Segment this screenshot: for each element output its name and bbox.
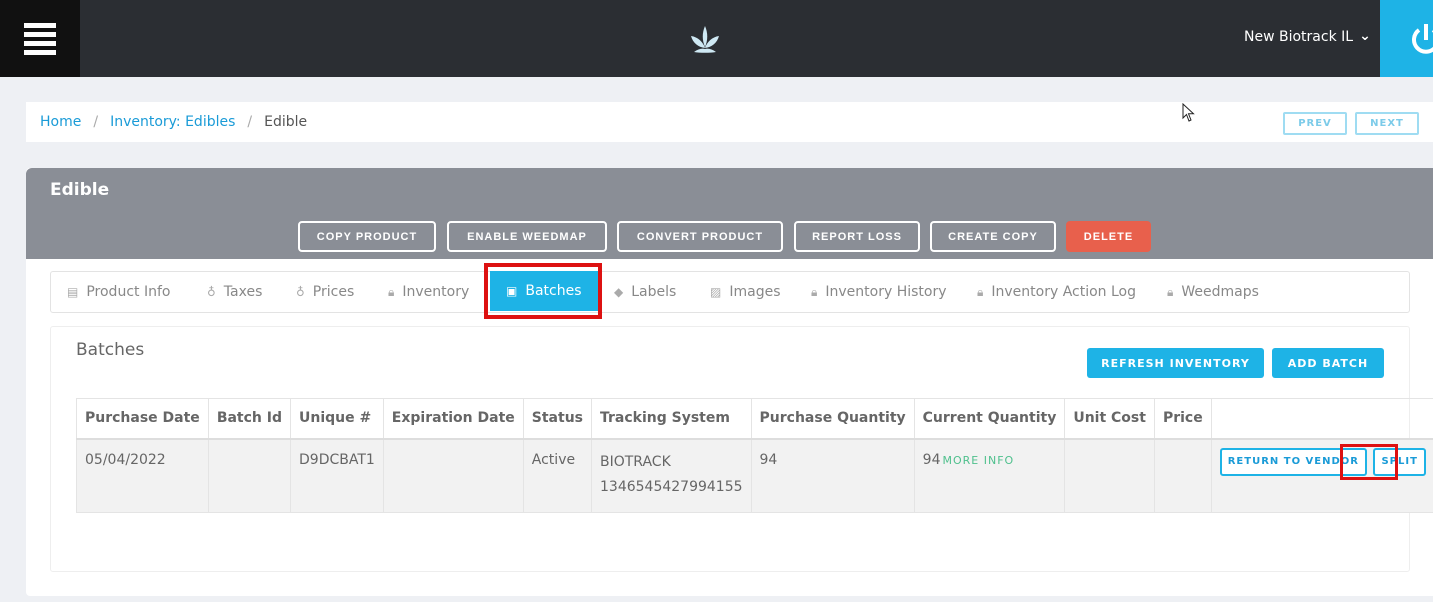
current-quantity-value: 94 — [922, 451, 941, 468]
tab-inventory-history[interactable]: 🔒︎ Inventory History — [811, 272, 947, 312]
product-card: Edible COPY PRODUCT ENABLE WEEDMAP CONVE… — [26, 168, 1433, 596]
tab-label: Images — [729, 284, 781, 300]
store-icon: ▤ — [67, 285, 79, 299]
table-row: 05/04/2022 D9DCBAT1 Active BIOTRACK 1346… — [76, 438, 1433, 513]
store-name: New Biotrack IL — [1244, 29, 1354, 45]
breadcrumb-current: Edible — [264, 114, 308, 130]
batches-panel: Batches REFRESH INVENTORY ADD BATCH Purc… — [50, 326, 1433, 572]
cell-purchase-date: 05/04/2022 — [76, 438, 209, 513]
power-button[interactable] — [1380, 0, 1433, 77]
cell-batch-id — [207, 438, 292, 513]
breadcrumb: Home / Inventory: Edibles / Edible — [40, 114, 307, 130]
tab-label: Product Info — [86, 284, 171, 300]
cell-expiration-date — [382, 438, 524, 513]
more-info-link[interactable]: MORE INFO — [942, 454, 1014, 467]
product-tabs: ▤ Product Info ♁ Taxes ♁ Prices 🔒︎ Inven… — [50, 271, 1410, 313]
delete-button[interactable]: DELETE — [1066, 221, 1151, 252]
batches-title: Batches — [76, 340, 145, 360]
copy-product-button[interactable]: COPY PRODUCT — [298, 221, 436, 252]
hamburger-icon — [24, 19, 56, 59]
column-header: Purchase Quantity — [750, 398, 915, 440]
tab-inventory-action-log[interactable]: 🔒︎ Inventory Action Log — [977, 272, 1136, 312]
tab-label: Weedmaps — [1181, 284, 1259, 300]
batches-table: Purchase Date Batch Id Unique # Expirati… — [76, 398, 1433, 513]
cell-tracking-system: BIOTRACK 1346545427994155 — [591, 438, 752, 513]
money-bag-icon: ♁ — [207, 285, 216, 299]
lock-icon: 🔒︎ — [811, 284, 818, 299]
next-button[interactable]: NEXT — [1355, 112, 1419, 135]
tab-inventory[interactable]: 🔒︎ Inventory — [388, 272, 469, 312]
tab-weedmaps[interactable]: 🔒︎ Weedmaps — [1167, 272, 1259, 312]
tab-taxes[interactable]: ♁ Taxes — [207, 272, 262, 312]
convert-product-button[interactable]: CONVERT PRODUCT — [617, 221, 783, 252]
highlight-box-batches-tab — [484, 263, 602, 319]
image-icon: ▨ — [710, 285, 722, 299]
tracking-system-name: BIOTRACK — [600, 453, 671, 470]
breadcrumb-separator: / — [247, 114, 253, 130]
cell-purchase-quantity: 94 — [750, 438, 915, 513]
column-header: Unique # — [290, 398, 384, 440]
lock-icon: 🔒︎ — [388, 284, 395, 299]
tab-product-info[interactable]: ▤ Product Info — [67, 272, 170, 312]
card-header: Edible COPY PRODUCT ENABLE WEEDMAP CONVE… — [26, 168, 1433, 259]
column-header — [1210, 398, 1433, 440]
column-header: Unit Cost — [1064, 398, 1155, 440]
tab-label: Inventory Action Log — [991, 284, 1137, 300]
tab-label: Labels — [631, 284, 677, 300]
column-header: Price — [1153, 398, 1212, 440]
cell-unit-cost — [1064, 438, 1155, 513]
column-header: Tracking System — [591, 398, 752, 440]
mouse-cursor-icon — [1182, 103, 1195, 122]
column-header: Expiration Date — [382, 398, 524, 440]
tab-labels[interactable]: ◆ Labels — [614, 272, 676, 312]
breadcrumb-bar: Home / Inventory: Edibles / Edible PREV … — [26, 102, 1433, 142]
enable-weedmap-button[interactable]: ENABLE WEEDMAP — [447, 221, 607, 252]
money-bag-icon: ♁ — [296, 285, 305, 299]
column-header: Batch Id — [207, 398, 292, 440]
table-header-row: Purchase Date Batch Id Unique # Expirati… — [76, 398, 1433, 440]
cell-current-quantity: 94 MORE INFO — [913, 438, 1066, 513]
tab-prices[interactable]: ♁ Prices — [296, 272, 354, 312]
tab-label: Taxes — [223, 284, 263, 300]
lock-icon: 🔒︎ — [1167, 284, 1174, 299]
breadcrumb-separator: / — [93, 114, 99, 130]
chevron-down-icon: ⌄ — [1359, 28, 1371, 44]
cell-status: Active — [522, 438, 593, 513]
column-header: Purchase Date — [76, 398, 209, 440]
report-loss-button[interactable]: REPORT LOSS — [794, 221, 920, 252]
cell-price — [1153, 438, 1212, 513]
leaf-logo-icon — [691, 26, 719, 53]
tag-icon: ◆ — [614, 285, 624, 299]
column-header: Status — [522, 398, 593, 440]
tab-images[interactable]: ▨ Images — [710, 272, 780, 312]
tab-label: Inventory — [402, 284, 470, 300]
create-copy-button[interactable]: CREATE COPY — [930, 221, 1056, 252]
prev-button[interactable]: PREV — [1283, 112, 1347, 135]
refresh-inventory-button[interactable]: REFRESH INVENTORY — [1087, 348, 1264, 378]
cell-unique: D9DCBAT1 — [290, 438, 384, 513]
add-batch-button[interactable]: ADD BATCH — [1272, 348, 1384, 378]
tab-label: Inventory History — [825, 284, 947, 300]
highlight-box-split-button — [1340, 444, 1398, 480]
breadcrumb-category-link[interactable]: Inventory: Edibles — [110, 114, 235, 130]
breadcrumb-home-link[interactable]: Home — [40, 114, 81, 130]
power-icon — [1412, 23, 1433, 54]
card-title: Edible — [50, 180, 110, 200]
column-header: Current Quantity — [913, 398, 1066, 440]
tab-label: Prices — [312, 284, 355, 300]
cell-actions: RETURN TO VENDOR SPLIT — [1210, 438, 1433, 513]
store-selector[interactable]: New Biotrack IL ⌄ — [1244, 28, 1371, 45]
top-navbar: New Biotrack IL ⌄ — [0, 0, 1433, 77]
lock-icon: 🔒︎ — [977, 284, 984, 299]
hamburger-menu-button[interactable] — [0, 0, 80, 77]
tracking-id: 1346545427994155 — [600, 478, 743, 495]
